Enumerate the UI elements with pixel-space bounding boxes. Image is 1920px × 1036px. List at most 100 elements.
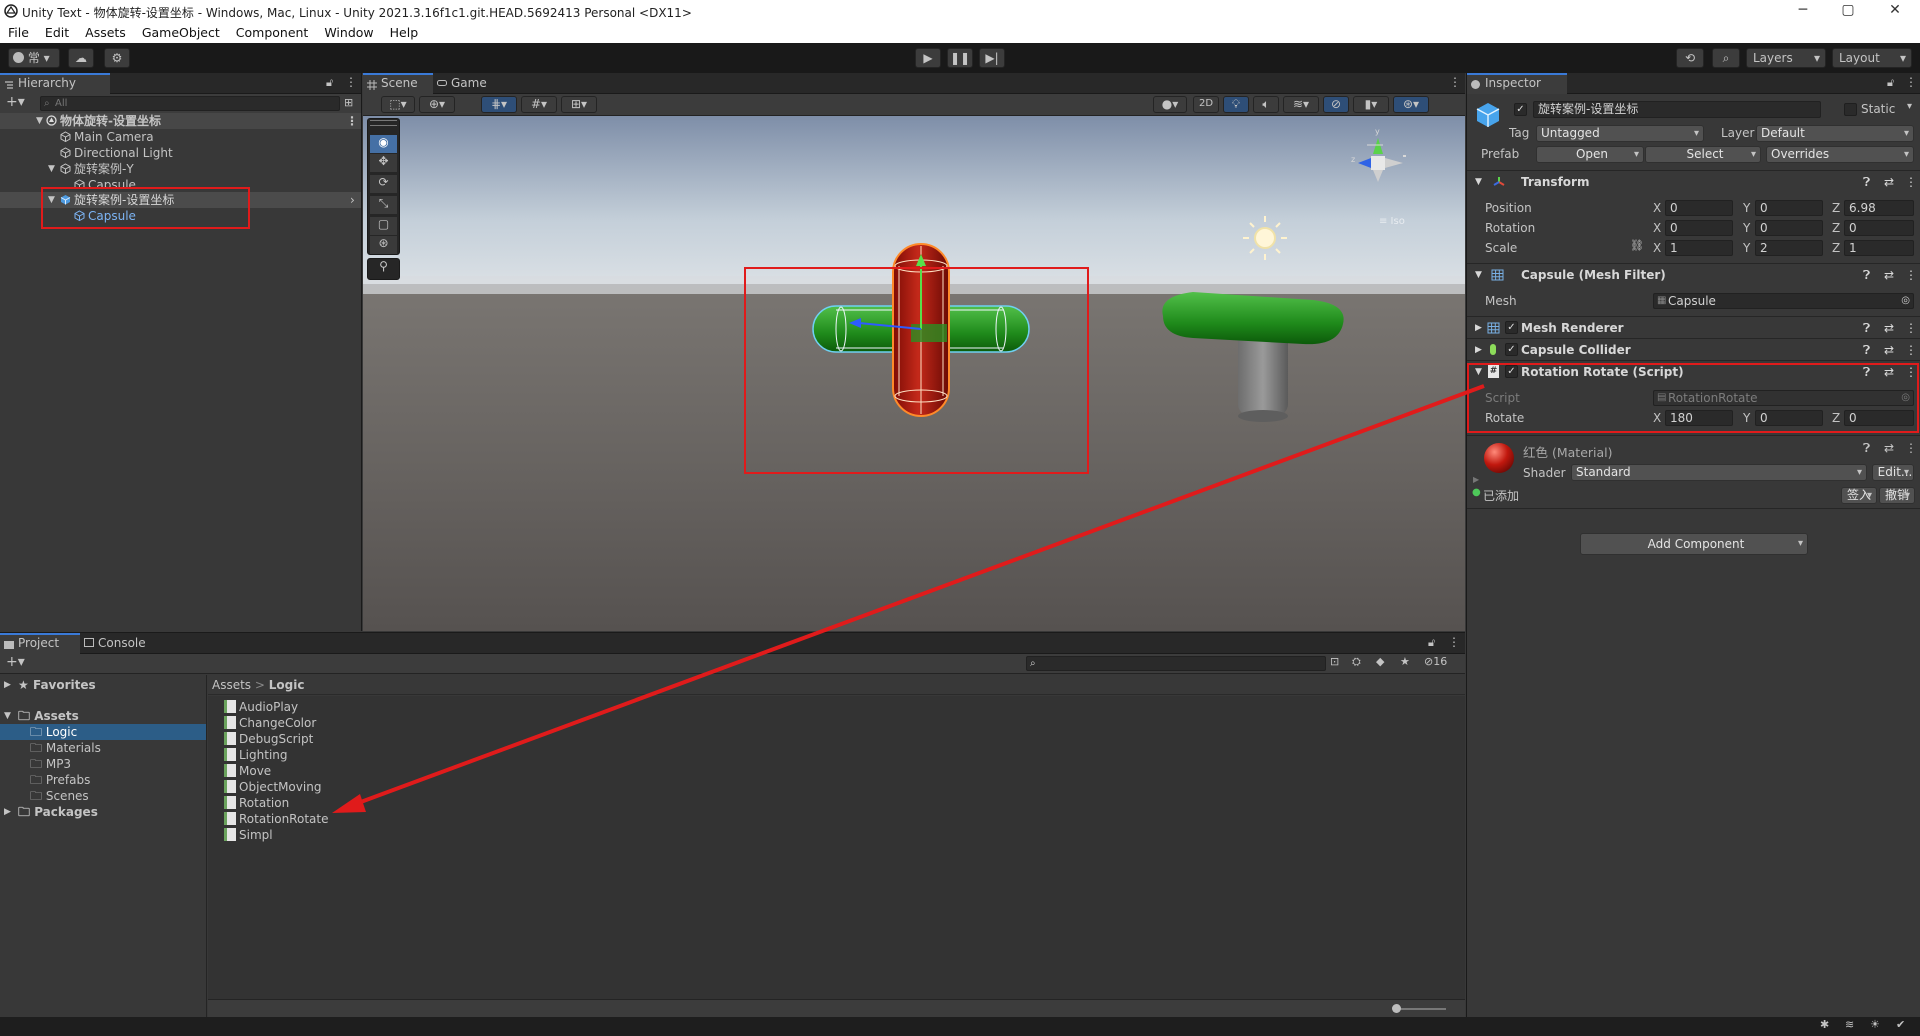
- prefab-select-button[interactable]: Select: [1645, 146, 1761, 163]
- label-filter-icon[interactable]: ◆: [1376, 655, 1384, 668]
- folder-item-scenes[interactable]: 🗀︎ Scenes: [0, 788, 206, 804]
- favorite-star-icon[interactable]: ★: [1400, 655, 1410, 668]
- visibility-toggle[interactable]: ⊘: [1323, 96, 1349, 113]
- more-menu-icon[interactable]: ⋮: [345, 75, 357, 89]
- close-button[interactable]: ✕: [1885, 2, 1905, 18]
- more-menu-icon[interactable]: ⋮: [1905, 339, 1917, 361]
- tag-dropdown[interactable]: Untagged: [1536, 125, 1704, 142]
- search-scope-icon[interactable]: ⊡: [1330, 655, 1339, 668]
- lock-icon[interactable]: 🔓︎: [1428, 636, 1435, 650]
- asset-item-audioplay[interactable]: AudioPlay: [224, 699, 298, 715]
- create-asset-button[interactable]: +▾: [6, 654, 25, 670]
- history-button[interactable]: ⟲: [1676, 48, 1704, 68]
- asset-item-objectmoving[interactable]: ObjectMoving: [224, 779, 321, 795]
- static-checkbox[interactable]: [1844, 103, 1857, 116]
- custom-tool-button[interactable]: ⚲: [367, 258, 400, 280]
- increment-snap-dropdown[interactable]: ⊞▾: [561, 96, 597, 113]
- lock-icon[interactable]: 🔓︎: [326, 76, 333, 90]
- filter-icon[interactable]: ⊞: [344, 96, 353, 109]
- minimize-button[interactable]: ─: [1793, 2, 1813, 18]
- project-search-input[interactable]: ⌕: [1026, 656, 1326, 671]
- lightmap-icon[interactable]: ☀︎: [1870, 1018, 1880, 1031]
- more-menu-icon[interactable]: ⋮: [1905, 317, 1917, 339]
- rotate-tool-button[interactable]: ⟳: [370, 175, 397, 193]
- menu-file[interactable]: File: [0, 23, 37, 43]
- maximize-button[interactable]: ▢: [1838, 2, 1858, 18]
- asset-item-lighting[interactable]: Lighting: [224, 747, 288, 763]
- expand-arrow-icon[interactable]: ▶: [1473, 475, 1479, 484]
- help-icon[interactable]: ❓︎: [1863, 317, 1870, 339]
- rect-tool-button[interactable]: ▢: [370, 217, 397, 235]
- position-y-input[interactable]: 0: [1755, 200, 1823, 216]
- play-button[interactable]: ▶: [915, 48, 941, 68]
- expand-arrow-icon[interactable]: ▶: [1475, 317, 1482, 339]
- rotation-z-input[interactable]: 0: [1844, 220, 1914, 236]
- scene-row[interactable]: ▼ 物体旋转-设置坐标 ⋮: [0, 113, 361, 129]
- menu-gameobject[interactable]: GameObject: [134, 23, 228, 43]
- asset-item-changecolor[interactable]: ChangeColor: [224, 715, 316, 731]
- filter-type-icon[interactable]: ⛭: [1352, 655, 1361, 669]
- preset-icon[interactable]: ⇄: [1884, 339, 1894, 361]
- mesh-renderer-enabled-checkbox[interactable]: ✓: [1505, 321, 1518, 334]
- mesh-filter-header[interactable]: ▼ Capsule (Mesh Filter) ❓︎ ⇄ ⋮: [1467, 263, 1920, 285]
- lighting-toggle[interactable]: 💡︎: [1223, 96, 1249, 113]
- folder-item-logic[interactable]: 🗀︎ Logic: [0, 724, 206, 740]
- link-scale-icon[interactable]: ⛓︎: [1630, 239, 1644, 252]
- asset-item-debugscript[interactable]: DebugScript: [224, 731, 313, 747]
- zoom-slider-thumb[interactable]: [1392, 1004, 1401, 1013]
- shader-dropdown[interactable]: Standard: [1571, 464, 1867, 481]
- asset-item-move[interactable]: Move: [224, 763, 271, 779]
- check-circle-icon[interactable]: ✔: [1896, 1018, 1905, 1031]
- 2d-toggle[interactable]: 2D: [1193, 96, 1219, 113]
- camera-dropdown[interactable]: ▮▾: [1353, 96, 1389, 113]
- global-dropdown[interactable]: ⊕▾: [419, 96, 455, 113]
- help-icon[interactable]: ❓︎: [1863, 264, 1870, 286]
- more-menu-icon[interactable]: ⋮: [1905, 441, 1917, 455]
- material-preview-sphere[interactable]: [1484, 443, 1514, 473]
- checkin-button[interactable]: 签入: [1841, 487, 1877, 504]
- tab-inspector[interactable]: Inspector: [1467, 73, 1567, 94]
- transform-tool-button[interactable]: ⊛: [370, 236, 397, 254]
- menu-window[interactable]: Window: [316, 23, 381, 43]
- move-tool-button[interactable]: ✥: [370, 154, 397, 172]
- transform-header[interactable]: ▼ Transform ❓︎ ⇄ ⋮: [1467, 170, 1920, 192]
- grid-snap-dropdown[interactable]: ⋕▾: [481, 96, 517, 113]
- assets-folder-item[interactable]: ▼ 🗀︎ Assets: [0, 708, 206, 724]
- add-component-button[interactable]: Add Component: [1580, 533, 1808, 555]
- layer-dropdown[interactable]: Default: [1756, 125, 1914, 142]
- hierarchy-item-directional-light[interactable]: Directional Light: [0, 145, 361, 161]
- breadcrumb-assets[interactable]: Assets: [212, 678, 251, 692]
- bug-icon[interactable]: ✱: [1820, 1018, 1829, 1031]
- chevron-right-icon[interactable]: ›: [350, 192, 355, 208]
- draw-mode-dropdown[interactable]: ⬚▾: [381, 96, 415, 113]
- rotation-y-input[interactable]: 0: [1755, 220, 1823, 236]
- tab-game[interactable]: Game: [433, 73, 497, 94]
- menu-edit[interactable]: Edit: [37, 23, 77, 43]
- object-picker-icon[interactable]: ◎: [1901, 294, 1910, 308]
- asset-item-rotation[interactable]: Rotation: [224, 795, 289, 811]
- breadcrumb-logic[interactable]: Logic: [269, 678, 305, 692]
- capsule-collider-header[interactable]: ▶ ✓ Capsule Collider ❓︎ ⇄ ⋮: [1467, 338, 1920, 360]
- rotation-x-input[interactable]: 0: [1665, 220, 1733, 236]
- cache-icon[interactable]: ≋: [1845, 1018, 1854, 1031]
- hierarchy-item-main-camera[interactable]: Main Camera: [0, 129, 361, 145]
- folder-item-materials[interactable]: 🗀︎ Materials: [0, 740, 206, 756]
- position-z-input[interactable]: 6.98: [1844, 200, 1914, 216]
- expand-arrow-icon[interactable]: ▼: [36, 113, 43, 129]
- gizmos-dropdown[interactable]: ⊛▾: [1393, 96, 1429, 113]
- collab-button[interactable]: ⚙: [104, 48, 130, 68]
- favorites-item[interactable]: ▶ ★ Favorites: [0, 677, 206, 693]
- audio-toggle[interactable]: 🔈︎: [1253, 96, 1279, 113]
- lock-icon[interactable]: 🔓︎: [1887, 76, 1894, 90]
- mesh-object-field[interactable]: ▦ Capsule ◎: [1653, 293, 1914, 309]
- scale-y-input[interactable]: 2: [1755, 240, 1823, 256]
- active-checkbox[interactable]: ✓: [1514, 103, 1527, 116]
- search-button[interactable]: ⌕: [1712, 48, 1740, 68]
- menu-assets[interactable]: Assets: [77, 23, 134, 43]
- capsule-collider-enabled-checkbox[interactable]: ✓: [1505, 343, 1518, 356]
- chevron-down-icon[interactable]: ▾: [1907, 101, 1912, 112]
- preset-icon[interactable]: ⇄: [1884, 441, 1894, 455]
- revert-button[interactable]: 撤销: [1879, 487, 1915, 504]
- grid-dropdown[interactable]: #▾: [521, 96, 557, 113]
- asset-item-rotationrotate[interactable]: RotationRotate: [224, 811, 328, 827]
